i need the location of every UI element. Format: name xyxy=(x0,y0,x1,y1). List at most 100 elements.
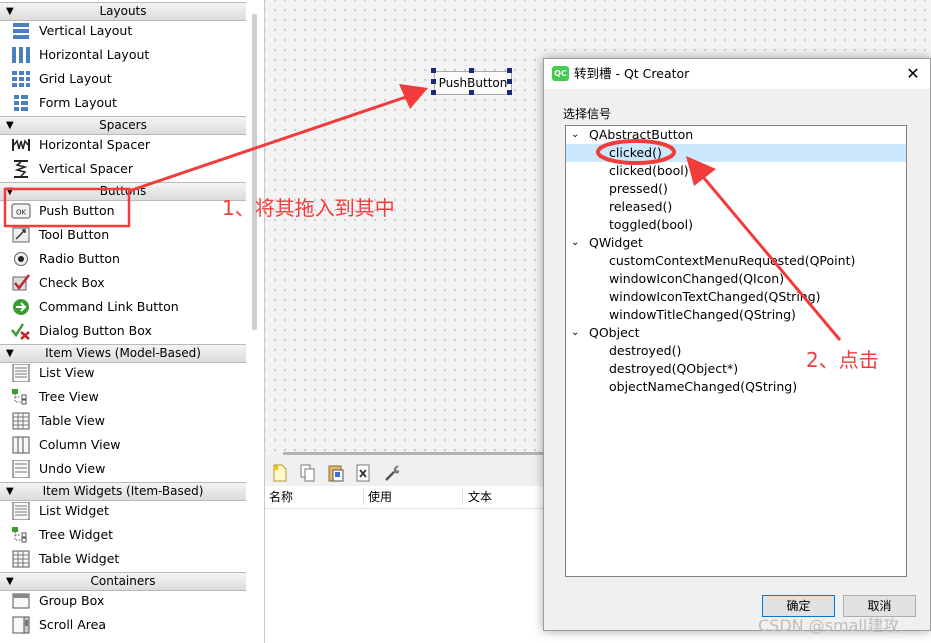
tree-signal-item[interactable]: windowIconChanged(QIcon) xyxy=(566,270,906,288)
resize-handle-top-right[interactable] xyxy=(507,68,512,73)
resize-handle-right[interactable] xyxy=(507,79,512,84)
tree-node-label: windowIconTextChanged(QString) xyxy=(609,289,821,304)
dialog-title-bar[interactable]: QC 转到槽 - Qt Creator ✕ xyxy=(544,59,930,89)
resize-handle-top-left[interactable] xyxy=(431,68,436,73)
delete-action-icon[interactable] xyxy=(356,464,372,482)
widget-item-vertical-layout[interactable]: Vertical Layout xyxy=(0,19,246,43)
column-header-name[interactable]: 名称 xyxy=(269,486,293,508)
tree-signal-item[interactable]: toggled(bool) xyxy=(566,216,906,234)
tree-node-label: QWidget xyxy=(589,235,643,250)
list-view-icon xyxy=(12,364,30,382)
tree-node-label: pressed() xyxy=(609,181,668,196)
resize-handle-left[interactable] xyxy=(431,79,436,84)
chevron-down-icon: ▼ xyxy=(6,576,14,587)
tool-button-icon xyxy=(12,227,30,243)
chevron-down-icon[interactable]: ⌄ xyxy=(571,324,579,342)
canvas-horizontal-scrollbar[interactable] xyxy=(283,452,543,455)
dialog-title: 转到槽 - Qt Creator xyxy=(574,66,690,81)
widget-item-radio-button[interactable]: Radio Button xyxy=(0,247,246,271)
widget-item-form-layout[interactable]: Form Layout xyxy=(0,91,246,115)
widget-item-label: Grid Layout xyxy=(39,71,112,86)
widget-item-check-box[interactable]: Check Box xyxy=(0,271,246,295)
column-divider xyxy=(462,489,463,505)
widget-item-label: Column View xyxy=(39,437,121,452)
category-label: Item Views (Model-Based) xyxy=(45,346,201,360)
watermark: CSDN @small建攻 xyxy=(758,616,900,635)
tree-signal-item[interactable]: pressed() xyxy=(566,180,906,198)
new-action-icon[interactable] xyxy=(272,464,288,482)
widget-item-command-link-button[interactable]: Command Link Button xyxy=(0,295,246,319)
tree-node-label: destroyed(QObject*) xyxy=(609,361,739,376)
column-divider xyxy=(363,489,364,505)
widget-item-label: Scroll Area xyxy=(39,617,107,632)
list-widget-icon xyxy=(12,502,30,520)
command-link-icon xyxy=(13,299,29,315)
tree-signal-item[interactable]: windowTitleChanged(QString) xyxy=(566,306,906,324)
qt-creator-logo-icon: QC xyxy=(552,66,569,81)
widget-item-tool-button[interactable]: Tool Button xyxy=(0,223,246,247)
widget-item-label: List View xyxy=(39,365,95,380)
chevron-down-icon: ▼ xyxy=(6,6,14,17)
resize-handle-bottom-left[interactable] xyxy=(431,90,436,95)
widget-item-group-box[interactable]: Group Box xyxy=(0,589,246,613)
table-widget-icon xyxy=(12,550,30,568)
widget-item-table-widget[interactable]: Table Widget xyxy=(0,547,246,571)
column-header-used[interactable]: 使用 xyxy=(368,486,392,508)
tree-node-label: windowTitleChanged(QString) xyxy=(609,307,796,322)
tree-signal-item[interactable]: objectNameChanged(QString) xyxy=(566,378,906,396)
widget-item-tree-widget[interactable]: Tree Widget xyxy=(0,523,246,547)
widget-item-label: List Widget xyxy=(39,503,109,518)
tree-signal-item[interactable]: customContextMenuRequested(QPoint) xyxy=(566,252,906,270)
configure-icon[interactable] xyxy=(384,464,400,482)
chevron-down-icon[interactable]: ⌄ xyxy=(571,234,579,252)
tree-node-label: clicked(bool) xyxy=(609,163,689,178)
table-view-icon xyxy=(12,412,30,430)
widget-item-push-button[interactable]: OK Push Button xyxy=(0,199,246,223)
widget-item-label: Tree Widget xyxy=(39,527,114,542)
tree-signal-item[interactable]: clicked(bool) xyxy=(566,162,906,180)
chevron-down-icon[interactable]: ⌄ xyxy=(571,126,579,144)
widget-item-dialog-button-box[interactable]: Dialog Button Box xyxy=(0,319,246,343)
column-header-text[interactable]: 文本 xyxy=(468,486,492,508)
check-box-icon xyxy=(12,274,30,291)
widget-item-vertical-spacer[interactable]: Vertical Spacer xyxy=(0,157,246,181)
widget-item-horizontal-spacer[interactable]: Horizontal Spacer xyxy=(0,133,246,157)
widget-box-scrollbar[interactable] xyxy=(252,14,257,330)
widget-item-list-view[interactable]: List View xyxy=(0,361,246,385)
widget-item-horizontal-layout[interactable]: Horizontal Layout xyxy=(0,43,246,67)
chevron-down-icon: ▼ xyxy=(6,348,14,359)
widget-item-undo-view[interactable]: Undo View xyxy=(0,457,246,481)
widget-item-label: Tree View xyxy=(39,389,99,404)
resize-handle-bottom-right[interactable] xyxy=(507,90,512,95)
tree-signal-item[interactable]: windowIconTextChanged(QString) xyxy=(566,288,906,306)
widget-item-grid-layout[interactable]: Grid Layout xyxy=(0,67,246,91)
form-layout-icon xyxy=(14,95,28,111)
tree-widget-icon xyxy=(12,527,27,543)
tree-node-label: objectNameChanged(QString) xyxy=(609,379,798,394)
tree-class-qabstractbutton[interactable]: ⌄ QAbstractButton xyxy=(566,126,906,144)
group-box-icon xyxy=(12,593,30,609)
widget-item-column-view[interactable]: Column View xyxy=(0,433,246,457)
tree-class-qobject[interactable]: ⌄ QObject xyxy=(566,324,906,342)
widget-item-list-widget[interactable]: List Widget xyxy=(0,499,246,523)
column-view-icon xyxy=(12,436,30,454)
tree-class-qwidget[interactable]: ⌄ QWidget xyxy=(566,234,906,252)
widget-item-scroll-area[interactable]: Scroll Area xyxy=(0,613,246,637)
copy-action-icon[interactable] xyxy=(300,464,316,482)
tree-node-label: QObject xyxy=(589,325,640,340)
chevron-down-icon: ▼ xyxy=(6,120,14,131)
tree-signal-item[interactable]: released() xyxy=(566,198,906,216)
tree-node-label: customContextMenuRequested(QPoint) xyxy=(609,253,856,268)
resize-handle-bottom[interactable] xyxy=(469,90,474,95)
widget-item-table-view[interactable]: Table View xyxy=(0,409,246,433)
paste-action-icon[interactable] xyxy=(328,464,344,482)
resize-handle-top[interactable] xyxy=(469,68,474,73)
tree-node-label: windowIconChanged(QIcon) xyxy=(609,271,785,286)
tree-signal-item[interactable]: clicked() xyxy=(566,144,906,162)
widget-item-tree-view[interactable]: Tree View xyxy=(0,385,246,409)
category-label: Item Widgets (Item-Based) xyxy=(42,484,204,498)
tree-view-icon xyxy=(12,389,27,405)
close-icon[interactable]: ✕ xyxy=(896,59,930,89)
widget-item-label: Table View xyxy=(39,413,105,428)
widget-item-label: Form Layout xyxy=(39,95,117,110)
